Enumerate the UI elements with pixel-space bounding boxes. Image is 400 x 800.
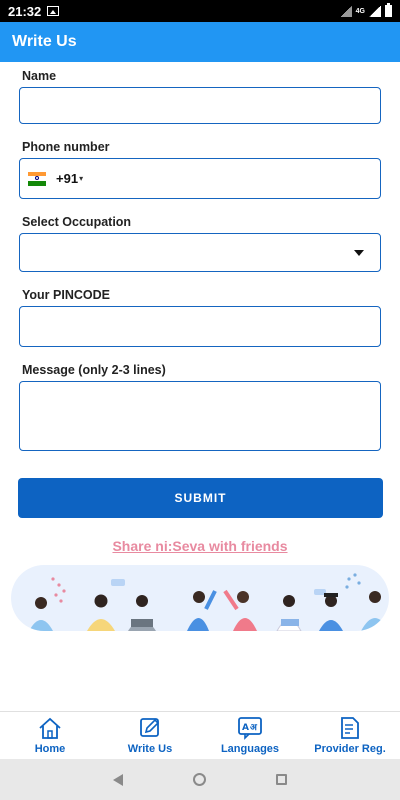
nav-provider-reg[interactable]: Provider Reg. [300,712,400,759]
illustration-art [29,573,389,631]
status-time: 21:32 [8,3,42,19]
country-code[interactable]: +91 [56,171,78,186]
form-icon [341,717,359,739]
name-input[interactable] [19,87,381,124]
status-icons: 4G [339,3,392,17]
signal-strong-icon [369,5,381,17]
nav-languages-label: Languages [220,743,280,755]
edit-icon [140,718,160,737]
submit-button[interactable]: SUBMIT [18,478,383,518]
nav-home[interactable]: Home [0,712,100,759]
nav-write-us-label: Write Us [127,743,173,755]
share-link[interactable]: Share ni:Seva with friends [0,538,400,554]
svg-text:अ: अ [250,723,258,733]
message-textarea[interactable] [19,381,381,451]
home-circle-icon[interactable] [193,773,206,786]
country-caret-icon[interactable]: ▾ [79,174,83,183]
home-icon [39,717,61,739]
occupation-label: Select Occupation [22,215,132,229]
pincode-input[interactable] [19,306,381,347]
system-navigation-bar [0,759,400,800]
message-label: Message (only 2-3 lines) [22,363,166,377]
india-flag-icon [28,171,46,186]
dropdown-arrow-icon[interactable] [354,250,364,256]
people-illustration [11,565,389,631]
nav-provider-reg-label: Provider Reg. [314,743,386,755]
nav-home-label: Home [34,743,66,755]
image-notification-icon [47,6,60,16]
nav-write-us[interactable]: Write Us [100,712,200,759]
phone-input[interactable]: +91 ▾ [19,158,381,199]
status-bar: 21:32 4G [0,0,400,22]
page-title: Write Us [12,33,77,50]
svg-text:A: A [242,723,249,733]
bottom-navigation: Home Write Us A अ Languages Provider Reg… [0,711,400,759]
back-icon[interactable] [113,773,123,786]
translate-icon: A अ [238,717,262,740]
network-type: 4G [355,7,365,15]
pincode-label: Your PINCODE [22,288,110,302]
occupation-select[interactable] [19,233,381,272]
app-bar: Write Us [0,22,400,62]
recent-apps-icon[interactable] [276,774,287,785]
phone-label: Phone number [22,140,110,154]
battery-icon [385,3,392,17]
nav-languages[interactable]: A अ Languages [200,712,300,759]
signal-icon [339,5,352,17]
name-label: Name [22,69,57,83]
